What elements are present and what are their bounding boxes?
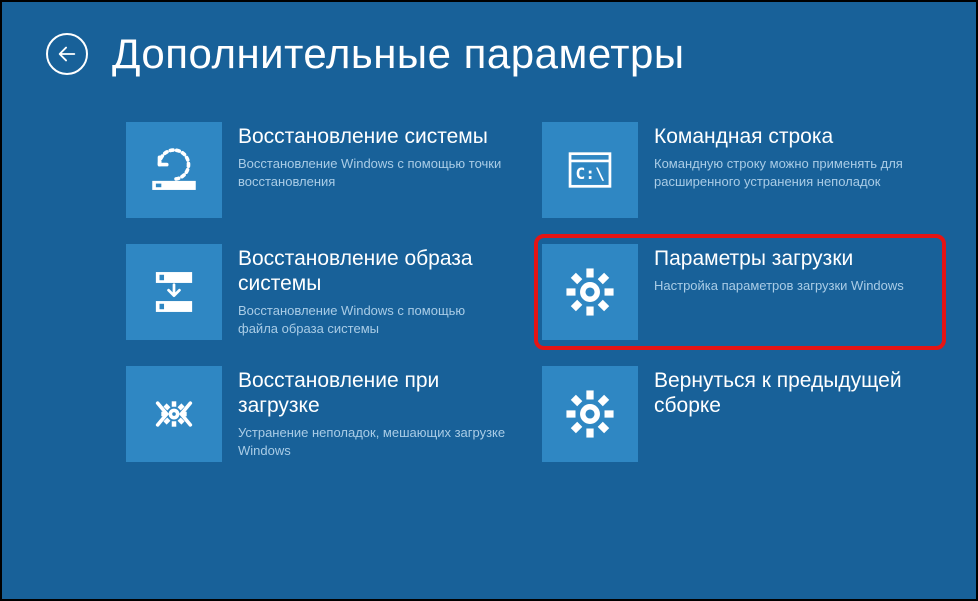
image-recovery-icon bbox=[126, 244, 222, 340]
tile-desc: Настройка параметров загрузки Windows bbox=[654, 277, 904, 295]
page-title: Дополнительные параметры bbox=[112, 30, 685, 78]
tile-text: Восстановление при загрузке Устранение н… bbox=[238, 366, 508, 462]
tile-system-restore[interactable]: Восстановление системы Восстановление Wi… bbox=[122, 118, 522, 222]
tile-previous-build[interactable]: Вернуться к предыдущей сборке bbox=[538, 362, 938, 466]
tile-startup-settings[interactable]: Параметры загрузки Настройка параметров … bbox=[534, 234, 946, 350]
tile-text: Вернуться к предыдущей сборке bbox=[654, 366, 924, 462]
svg-text:C:\: C:\ bbox=[576, 164, 605, 183]
tile-title: Параметры загрузки bbox=[654, 246, 904, 271]
tile-title: Вернуться к предыдущей сборке bbox=[654, 368, 924, 418]
tile-text: Командная строка Командную строку можно … bbox=[654, 122, 924, 218]
system-restore-icon bbox=[126, 122, 222, 218]
tile-title: Командная строка bbox=[654, 124, 924, 149]
arrow-left-icon bbox=[56, 43, 78, 65]
tile-text: Параметры загрузки Настройка параметров … bbox=[654, 244, 904, 340]
tile-text: Восстановление образа системы Восстановл… bbox=[238, 244, 508, 340]
tile-title: Восстановление образа системы bbox=[238, 246, 508, 296]
previous-build-icon bbox=[542, 366, 638, 462]
back-button[interactable] bbox=[46, 33, 88, 75]
tile-title: Восстановление системы bbox=[238, 124, 508, 149]
tile-desc: Устранение неполадок, мешающих загрузке … bbox=[238, 424, 508, 459]
startup-repair-icon bbox=[126, 366, 222, 462]
tile-text: Восстановление системы Восстановление Wi… bbox=[238, 122, 508, 218]
header: Дополнительные параметры bbox=[2, 2, 976, 78]
tile-desc: Восстановление Windows с помощью файла о… bbox=[238, 302, 508, 337]
tile-startup-repair[interactable]: Восстановление при загрузке Устранение н… bbox=[122, 362, 522, 466]
options-grid: Восстановление системы Восстановление Wi… bbox=[2, 78, 976, 466]
tile-desc: Восстановление Windows с помощью точки в… bbox=[238, 155, 508, 190]
command-prompt-icon: C:\ bbox=[542, 122, 638, 218]
tile-command-prompt[interactable]: C:\ Командная строка Командную строку мо… bbox=[538, 118, 938, 222]
startup-settings-icon bbox=[542, 244, 638, 340]
tile-image-recovery[interactable]: Восстановление образа системы Восстановл… bbox=[122, 240, 522, 344]
tile-desc: Командную строку можно применять для рас… bbox=[654, 155, 924, 190]
tile-title: Восстановление при загрузке bbox=[238, 368, 508, 418]
